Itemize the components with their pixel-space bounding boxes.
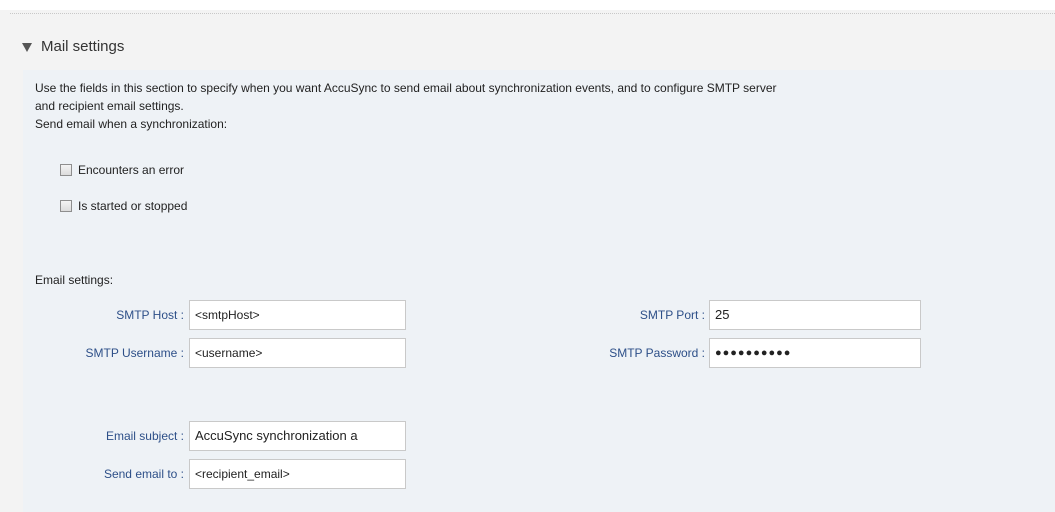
mail-settings-panel: Use the fields in this section to specif… (23, 70, 1055, 512)
email-subject-label: Email subject : (105, 429, 184, 443)
email-subject-input[interactable]: AccuSync synchronization a (189, 421, 406, 451)
smtp-username-label: SMTP Username : (85, 346, 184, 360)
smtp-password-label: SMTP Password : (609, 346, 705, 360)
smtp-port-label: SMTP Port : (639, 308, 705, 322)
section-title: Mail settings (41, 38, 125, 55)
trigger-start-stop-row[interactable]: Is started or stopped (60, 199, 187, 213)
send-to-input[interactable]: <recipient_email> (189, 459, 406, 489)
description-line-2: and recipient email settings. (35, 99, 184, 113)
smtp-host-input[interactable]: <smtpHost> (189, 300, 406, 330)
email-settings-heading: Email settings: (35, 273, 114, 287)
trigger-error-label: Encounters an error (78, 163, 185, 177)
smtp-port-input[interactable]: 25 (709, 300, 921, 330)
smtp-host-label: SMTP Host : (116, 308, 184, 322)
top-strip (0, 0, 1055, 10)
description-line-1: Use the fields in this section to specif… (35, 81, 777, 95)
mail-settings-header[interactable]: Mail settings (22, 38, 124, 55)
send-when-label: Send email when a synchronization: (35, 117, 228, 131)
smtp-username-input[interactable]: <username> (189, 338, 406, 368)
send-to-label: Send email to : (103, 467, 184, 481)
trigger-start-stop-checkbox[interactable] (60, 200, 72, 212)
collapse-triangle-icon[interactable] (22, 42, 32, 52)
trigger-error-row[interactable]: Encounters an error (60, 163, 184, 177)
trigger-error-checkbox[interactable] (60, 164, 72, 176)
smtp-password-input[interactable]: ●●●●●●●●●● (709, 338, 921, 368)
top-divider (10, 13, 1055, 14)
trigger-start-stop-label: Is started or stopped (78, 199, 188, 213)
